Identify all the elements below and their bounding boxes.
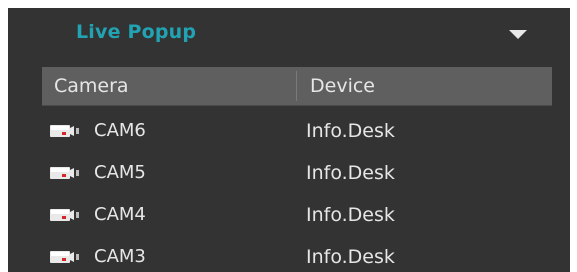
panel-header[interactable]: Live Popup	[8, 8, 570, 60]
camera-list: CAM6 Info.Desk CAM5 Info.Desk CAM4 Info.…	[42, 110, 552, 272]
camera-icon	[50, 166, 80, 180]
panel-title: Live Popup	[76, 21, 197, 43]
camera-name: CAM5	[94, 162, 146, 183]
device-name: Info.Desk	[306, 162, 395, 184]
live-popup-panel: Live Popup Camera Device CAM6 Info.Desk …	[8, 8, 570, 272]
table-row[interactable]: CAM6 Info.Desk	[42, 110, 552, 152]
table-row[interactable]: CAM5 Info.Desk	[42, 152, 552, 194]
camera-icon	[50, 250, 80, 264]
table-header: Camera Device	[42, 67, 552, 106]
camera-icon	[50, 124, 80, 138]
column-header-camera[interactable]: Camera	[54, 67, 129, 105]
camera-name: CAM4	[94, 204, 146, 225]
camera-icon	[50, 208, 80, 222]
camera-name: CAM3	[94, 246, 146, 267]
column-header-device[interactable]: Device	[310, 67, 375, 105]
camera-name: CAM6	[94, 120, 146, 141]
device-name: Info.Desk	[306, 120, 395, 142]
device-name: Info.Desk	[306, 204, 395, 226]
window-frame: Live Popup Camera Device CAM6 Info.Desk …	[0, 0, 577, 272]
column-divider[interactable]	[296, 71, 297, 101]
table-row[interactable]: CAM3 Info.Desk	[42, 236, 552, 272]
device-name: Info.Desk	[306, 246, 395, 268]
table-row[interactable]: CAM4 Info.Desk	[42, 194, 552, 236]
chevron-down-icon[interactable]	[506, 26, 530, 42]
